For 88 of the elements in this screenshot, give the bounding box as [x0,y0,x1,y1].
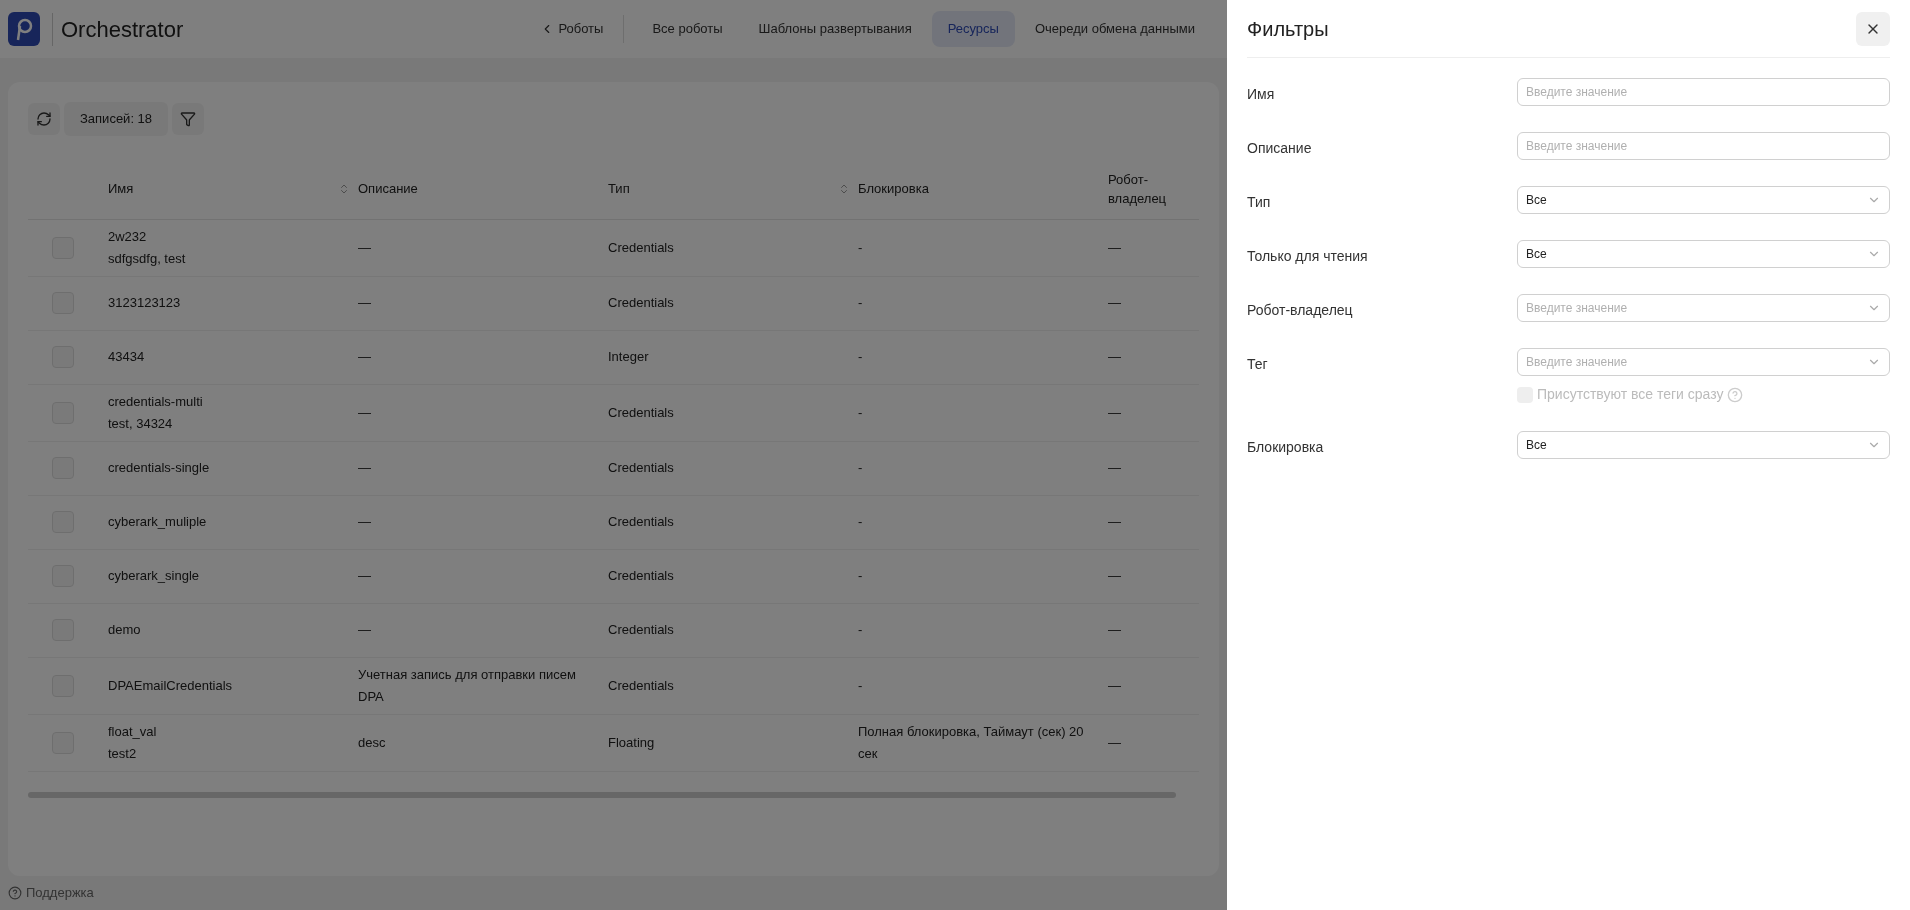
table-cell-text: desc [358,733,387,752]
select-field[interactable]: Все [1517,240,1890,268]
field-label: Робот-владелец [1247,301,1354,320]
table-cell-text: Credentials [608,567,675,585]
table-cell-text: - [858,621,864,639]
table-cell-text: — [1108,567,1122,585]
filter-icon [180,110,197,127]
table-cell-text: — [358,403,372,422]
table-cell-text: - [858,348,864,366]
table-cell-text: — [358,567,372,585]
table-cell-text: — [358,348,372,366]
nav-tab[interactable]: Ресурсы [931,11,1015,47]
column-header: Робот-владелец [1108,170,1168,208]
table-cell-text: Credentials [608,621,675,639]
text-field[interactable]: Введите значение [1517,78,1890,106]
table-cell-text: — [1108,513,1122,531]
table-cell-text: Полная блокировка, Таймаут (сек) 20 сек [858,722,1085,763]
table-cell-text: Credentials [608,403,675,422]
nav-tab[interactable]: Все роботы [636,11,739,47]
nav-tab[interactable]: Очереди обмена данными [1018,11,1211,47]
table-cell-text: credentials-multi test, 34324 [108,392,204,433]
select-field[interactable]: Все [1517,431,1890,459]
app-title: Orchestrator [52,12,184,46]
table-cell-text: — [1108,348,1122,366]
support-link[interactable]: Поддержка [26,883,94,903]
field-label: Тег [1247,355,1269,374]
table-cell-text: Учетная запись для отправки писем DPA [358,665,577,706]
close-button[interactable] [1856,11,1890,46]
field-label: Блокировка [1247,438,1325,457]
table-cell-text: — [1108,238,1122,257]
table-cell-text: - [858,403,864,422]
table-cell-text: Credentials [608,513,675,531]
text-field[interactable]: Введите значение [1517,132,1890,160]
sort-icon[interactable] [838,183,850,195]
table-cell-text: - [858,294,864,312]
table-cell-text: - [858,459,864,477]
table-cell-text: — [1108,621,1122,639]
table-cell-text: — [1108,294,1122,312]
logo-icon [8,12,40,46]
refresh-icon [36,110,52,127]
drawer-title: Фильтры [1247,16,1329,42]
field-label: Имя [1247,85,1276,104]
table-cell-text: - [858,238,864,257]
table-cell-text: 3123123123 [108,294,182,312]
table-cell-text: — [358,459,372,477]
refresh-button[interactable] [28,102,60,135]
field-label: Описание [1247,139,1313,158]
field-label: Тип [1247,193,1272,212]
table-cell-text: Floating [608,733,656,752]
table-cell-text: credentials-single [108,459,211,477]
table-cell-text: — [358,294,372,312]
table-cell-text: 43434 [108,348,146,366]
table-cell-text: - [858,676,864,695]
records-count: Записей: 18 [64,102,169,136]
table-cell-text: — [358,621,372,639]
nav-tab[interactable]: Шаблоны развертывания [742,11,928,47]
table-cell-text: Credentials [608,676,675,695]
filter-button[interactable] [172,102,205,135]
table-cell-text: float_val test2 [108,722,158,763]
table-cell-text: - [858,513,864,531]
checkbox-label: Присутствуют все теги сразу [1537,385,1724,404]
help-icon [8,886,22,900]
table-cell-text: Integer [608,348,650,366]
table-cell-text: Credentials [608,238,675,257]
column-header: Блокировка [858,180,929,199]
table-cell-text: DPAEmailCredentials [108,676,234,695]
table-cell-text: 2w232 sdfgsdfg, test [108,227,187,268]
select-field[interactable]: Все [1517,186,1890,214]
table-cell-text: — [358,238,372,257]
column-header: Тип [608,180,630,199]
table-cell-text: cyberark_muliple [108,513,208,531]
table-cell-text: — [1108,676,1122,695]
back-link[interactable]: Роботы [532,15,625,43]
table-cell-text: — [1108,459,1122,477]
table-cell-text: — [358,513,372,531]
sort-icon[interactable] [338,183,350,195]
table-cell-text: cyberark_single [108,567,201,585]
table-cell-text: — [1108,733,1122,752]
table-cell-text: Credentials [608,294,675,312]
help-icon[interactable] [1727,386,1744,403]
table-cell-text: Credentials [608,459,675,477]
field-label: Только для чтения [1247,247,1369,266]
table-cell-text: — [1108,403,1122,422]
table-cell-text: demo [108,621,142,639]
table-cell-text: - [858,567,864,585]
column-header: Имя [108,180,134,199]
column-header: Описание [358,180,418,199]
scrollbar[interactable] [28,791,1176,798]
